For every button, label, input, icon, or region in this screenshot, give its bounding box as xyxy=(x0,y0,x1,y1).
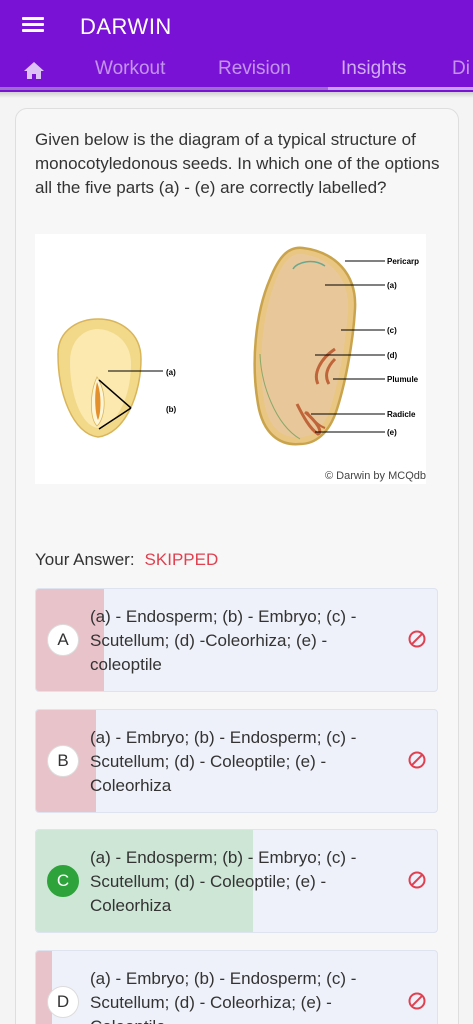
app-bar: DARWIN Workout Revision Insights Di xyxy=(0,0,473,92)
block-icon xyxy=(408,992,426,1010)
tab-di[interactable]: Di xyxy=(452,58,470,80)
label-e: (e) xyxy=(387,428,397,437)
block-icon xyxy=(408,630,426,648)
option-c[interactable]: C (a) - Endosperm; (b) - Embryo; (c) - S… xyxy=(35,829,438,933)
label-radicle: Radicle xyxy=(387,410,416,419)
seed-diagram-svg: (a) (b) Pericarp (a) (c) (d) Plumule Rad… xyxy=(57,246,419,446)
seed-diagram: (a) (b) Pericarp (a) (c) (d) Plumule Rad… xyxy=(35,234,426,484)
option-b-letter: B xyxy=(47,745,79,777)
large-seed xyxy=(253,246,357,446)
option-c-letter: C xyxy=(47,865,79,897)
option-d-bar xyxy=(36,951,53,1024)
option-d[interactable]: D (a) - Embryo; (b) - Endosperm; (c) - S… xyxy=(35,950,438,1024)
option-c-text: (a) - Endosperm; (b) - Embryo; (c) - Scu… xyxy=(90,848,357,915)
label-d: (d) xyxy=(387,351,398,360)
menu-icon[interactable] xyxy=(22,14,46,36)
question-text: Given below is the diagram of a typical … xyxy=(35,130,440,197)
figure-credit: © Darwin by MCQdb xyxy=(324,470,426,482)
tab-revision[interactable]: Revision xyxy=(218,58,291,80)
option-d-text: (a) - Embryo; (b) - Endosperm; (c) - Scu… xyxy=(90,969,357,1024)
app-title: DARWIN xyxy=(80,14,172,39)
option-b-text: (a) - Embryo; (b) - Endosperm; (c) - Scu… xyxy=(90,728,357,795)
tab-insights[interactable]: Insights xyxy=(341,58,406,80)
block-icon xyxy=(408,751,426,769)
your-answer-label: Your Answer: xyxy=(35,550,135,569)
label-a: (a) xyxy=(387,281,397,290)
block-icon xyxy=(408,871,426,889)
left-label-a: (a) xyxy=(166,368,176,377)
option-a-letter: A xyxy=(47,624,79,656)
home-icon[interactable] xyxy=(22,60,46,80)
option-b[interactable]: B (a) - Embryo; (b) - Endosperm; (c) - S… xyxy=(35,709,438,813)
option-a[interactable]: A (a) - Endosperm; (b) - Embryo; (c) - S… xyxy=(35,588,438,692)
tab-underline xyxy=(0,87,328,90)
app-bar-shadow xyxy=(0,92,473,98)
label-plumule: Plumule xyxy=(387,375,419,384)
tab-bar: Workout Revision Insights Di xyxy=(0,52,473,92)
label-pericarp: Pericarp xyxy=(387,257,419,266)
answer-status: SKIPPED xyxy=(144,550,219,569)
tab-indicator-active xyxy=(328,87,473,90)
option-d-letter: D xyxy=(47,986,79,1018)
your-answer: Your Answer: SKIPPED xyxy=(35,550,218,570)
left-label-b: (b) xyxy=(166,405,177,414)
label-c: (c) xyxy=(387,326,397,335)
tab-workout[interactable]: Workout xyxy=(95,58,165,80)
option-a-text: (a) - Endosperm; (b) - Embryo; (c) - Scu… xyxy=(90,607,357,674)
small-seed xyxy=(57,318,163,438)
